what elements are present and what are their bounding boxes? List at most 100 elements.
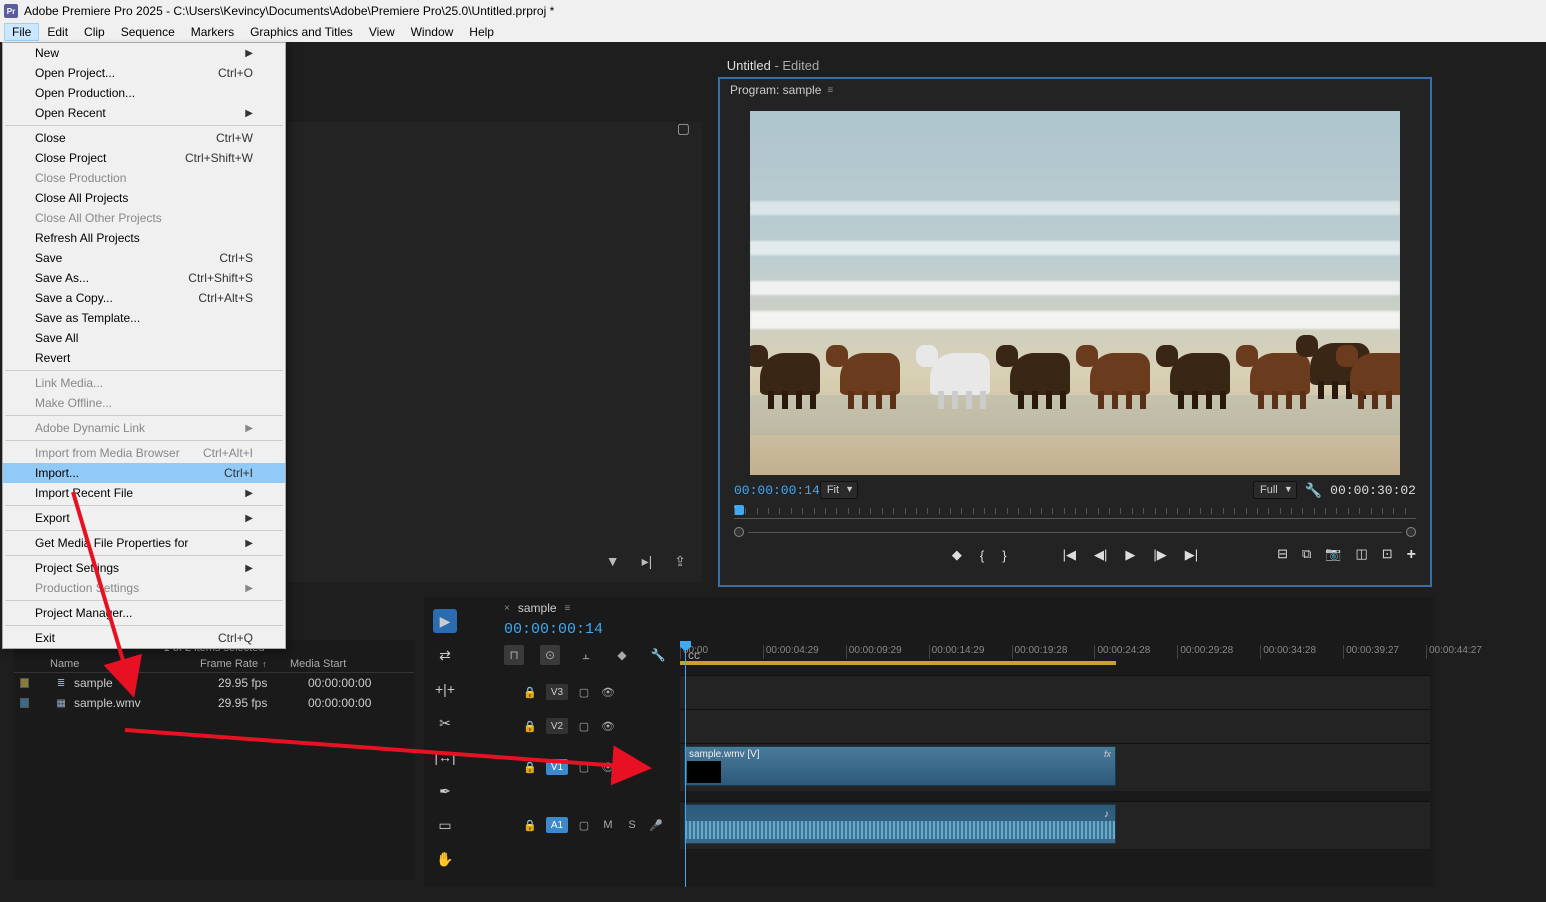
sync-lock-icon[interactable]: ▢ bbox=[576, 720, 592, 733]
track-label-v1[interactable]: V1 bbox=[546, 759, 568, 775]
menu-item-save-a-copy[interactable]: Save a Copy...Ctrl+Alt+S bbox=[3, 288, 285, 308]
zoom-fit-select[interactable]: Fit bbox=[820, 481, 858, 499]
sequence-name[interactable]: sample bbox=[518, 601, 557, 615]
menu-item-exit[interactable]: ExitCtrl+Q bbox=[3, 628, 285, 648]
col-framerate[interactable]: Frame Rate↑ bbox=[200, 658, 290, 670]
track-content[interactable]: sample.wmv [V] fx bbox=[680, 743, 1430, 791]
track-content[interactable] bbox=[680, 709, 1430, 743]
insert-icon[interactable]: ▸| bbox=[642, 553, 653, 570]
track-label-a1[interactable]: A1 bbox=[546, 817, 568, 833]
slip-tool-icon[interactable]: |↔| bbox=[433, 745, 457, 769]
menu-sequence[interactable]: Sequence bbox=[113, 23, 183, 41]
menu-item-project-settings[interactable]: Project Settings▶ bbox=[3, 558, 285, 578]
menu-markers[interactable]: Markers bbox=[183, 23, 242, 41]
pen-tool-icon[interactable]: ✒ bbox=[433, 779, 457, 803]
menu-edit[interactable]: Edit bbox=[39, 23, 76, 41]
track-content[interactable] bbox=[680, 675, 1430, 709]
lock-icon[interactable]: 🔒 bbox=[522, 761, 538, 774]
rectangle-tool-icon[interactable]: ▭ bbox=[433, 813, 457, 837]
lock-icon[interactable]: 🔒 bbox=[522, 819, 538, 832]
menu-item-save-all[interactable]: Save All bbox=[3, 328, 285, 348]
work-area-bar[interactable] bbox=[680, 661, 1116, 665]
project-item[interactable]: ▦sample.wmv29.95 fps00:00:00:00 bbox=[14, 693, 414, 713]
col-mediastart[interactable]: Media Start bbox=[290, 658, 390, 670]
panel-menu-icon[interactable]: ≡ bbox=[827, 85, 833, 96]
mark-in-icon[interactable]: { bbox=[980, 548, 984, 563]
scrub-handle-right[interactable] bbox=[1406, 527, 1416, 537]
menu-item-import[interactable]: Import...Ctrl+I bbox=[3, 463, 285, 483]
go-to-out-icon[interactable]: ▶| bbox=[1185, 547, 1198, 563]
extract-icon[interactable]: ⧉ bbox=[1302, 546, 1311, 564]
add-marker-icon[interactable]: ◆ bbox=[952, 547, 962, 563]
timeline-ruler[interactable]: 00:0000:00:04:2900:00:09:2900:00:14:2900… bbox=[680, 645, 1430, 669]
menu-item-close-all-projects[interactable]: Close All Projects bbox=[3, 188, 285, 208]
menu-item-close[interactable]: CloseCtrl+W bbox=[3, 128, 285, 148]
menu-item-project-manager[interactable]: Project Manager... bbox=[3, 603, 285, 623]
ripple-tool-icon[interactable]: +|+ bbox=[433, 677, 457, 701]
eye-icon[interactable]: 👁 bbox=[600, 686, 616, 699]
step-forward-icon[interactable]: |▶ bbox=[1153, 547, 1166, 563]
menu-item-export[interactable]: Export▶ bbox=[3, 508, 285, 528]
marker-icon[interactable]: ◆ bbox=[612, 645, 632, 665]
safe-margins-icon[interactable]: ⊡ bbox=[1382, 546, 1393, 564]
menu-item-revert[interactable]: Revert bbox=[3, 348, 285, 368]
menu-view[interactable]: View bbox=[361, 23, 403, 41]
menu-item-get-media-file-properties-for[interactable]: Get Media File Properties for▶ bbox=[3, 533, 285, 553]
menu-item-close-project[interactable]: Close ProjectCtrl+Shift+W bbox=[3, 148, 285, 168]
settings-icon[interactable]: 🔧 bbox=[648, 645, 668, 665]
play-icon[interactable]: ▶ bbox=[1125, 547, 1135, 563]
go-to-in-icon[interactable]: |◀ bbox=[1063, 547, 1076, 563]
timeline-playhead[interactable] bbox=[685, 641, 686, 887]
track-label-v3[interactable]: V3 bbox=[546, 684, 568, 700]
eye-icon[interactable]: 👁 bbox=[600, 761, 616, 774]
settings-icon[interactable]: 🔧 bbox=[1305, 482, 1322, 499]
lock-icon[interactable]: 🔒 bbox=[522, 686, 538, 699]
timeline-timecode[interactable]: 00:00:00:14 bbox=[424, 619, 1434, 640]
filter-icon[interactable]: ▼ bbox=[606, 553, 620, 570]
menu-item-open-production[interactable]: Open Production... bbox=[3, 83, 285, 103]
menu-item-save-as-template[interactable]: Save as Template... bbox=[3, 308, 285, 328]
selection-tool-icon[interactable]: ▶ bbox=[433, 609, 457, 633]
lock-icon[interactable]: 🔒 bbox=[522, 720, 538, 733]
col-name[interactable]: Name bbox=[20, 658, 200, 670]
menu-graphics-titles[interactable]: Graphics and Titles bbox=[242, 23, 361, 41]
step-back-icon[interactable]: ◀| bbox=[1094, 547, 1107, 563]
sync-lock-icon[interactable]: ▢ bbox=[576, 819, 592, 832]
add-marker-icon[interactable]: ⫠ bbox=[576, 645, 596, 665]
track-label-v2[interactable]: V2 bbox=[546, 718, 568, 734]
track-select-tool-icon[interactable]: ⇄ bbox=[433, 643, 457, 667]
voiceover-icon[interactable]: 🎤 bbox=[648, 819, 664, 832]
program-scrubber[interactable] bbox=[720, 523, 1430, 541]
comparison-icon[interactable]: ◫ bbox=[1355, 546, 1367, 564]
menu-item-import-recent-file[interactable]: Import Recent File▶ bbox=[3, 483, 285, 503]
track-content[interactable]: ♪ bbox=[680, 801, 1430, 849]
menu-item-refresh-all-projects[interactable]: Refresh All Projects bbox=[3, 228, 285, 248]
export-icon[interactable]: ⇪ bbox=[674, 553, 686, 570]
menu-item-save-as[interactable]: Save As...Ctrl+Shift+S bbox=[3, 268, 285, 288]
mark-out-icon[interactable]: } bbox=[1002, 548, 1006, 563]
panel-menu-icon[interactable]: ≡ bbox=[565, 603, 571, 614]
menu-window[interactable]: Window bbox=[403, 23, 462, 41]
menu-clip[interactable]: Clip bbox=[76, 23, 113, 41]
eye-icon[interactable]: 👁 bbox=[600, 720, 616, 733]
hand-tool-icon[interactable]: ✋ bbox=[433, 847, 457, 871]
menu-item-open-recent[interactable]: Open Recent▶ bbox=[3, 103, 285, 123]
program-timecode-current[interactable]: 00:00:00:14 bbox=[734, 483, 820, 498]
linked-selection-icon[interactable]: ⊙ bbox=[540, 645, 560, 665]
add-button-icon[interactable]: + bbox=[1407, 546, 1416, 564]
resolution-select[interactable]: Full bbox=[1253, 481, 1297, 499]
menu-item-save[interactable]: SaveCtrl+S bbox=[3, 248, 285, 268]
scrub-handle-left[interactable] bbox=[734, 527, 744, 537]
mute-icon[interactable]: M bbox=[600, 819, 616, 831]
close-tab-icon[interactable]: × bbox=[504, 603, 510, 614]
snap-icon[interactable]: ⊓ bbox=[504, 645, 524, 665]
sync-lock-icon[interactable]: ▢ bbox=[576, 761, 592, 774]
razor-tool-icon[interactable]: ✂ bbox=[433, 711, 457, 735]
audio-clip[interactable]: ♪ bbox=[684, 804, 1116, 844]
video-clip[interactable]: sample.wmv [V] fx bbox=[684, 746, 1116, 786]
sync-lock-icon[interactable]: ▢ bbox=[576, 686, 592, 699]
export-frame-icon[interactable]: 📷 bbox=[1325, 546, 1341, 564]
menu-file[interactable]: File bbox=[4, 23, 39, 41]
panel-layout-icon[interactable]: ▢ bbox=[677, 120, 690, 137]
menu-help[interactable]: Help bbox=[461, 23, 502, 41]
